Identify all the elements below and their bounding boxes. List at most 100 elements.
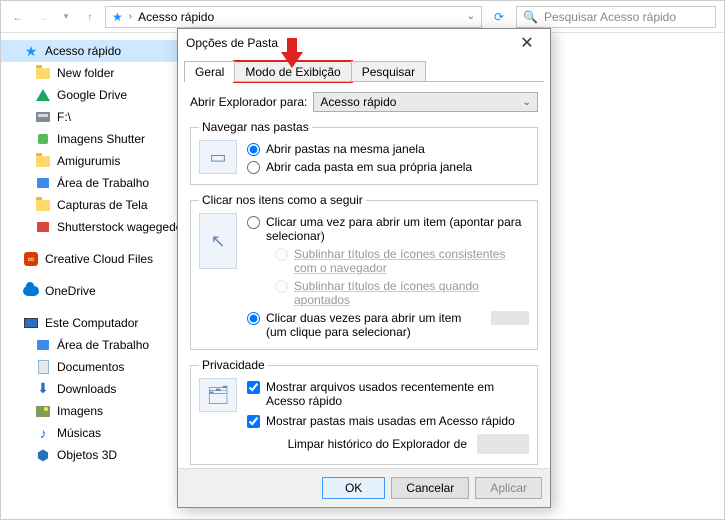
sidebar-item[interactable]: ⬢ Objetos 3D xyxy=(1,444,201,466)
chevron-down-icon[interactable]: ⌄ xyxy=(467,11,475,22)
sidebar-item-label: Área de Trabalho xyxy=(57,338,149,352)
dialog-panel: Abrir Explorador para: Acesso rápido ⌄ N… xyxy=(178,82,550,468)
sidebar-item[interactable]: Shutterstock wagegedes xyxy=(1,216,201,238)
sidebar-item[interactable]: Imagens xyxy=(1,400,201,422)
sidebar-item-label: Capturas de Tela xyxy=(57,198,148,212)
sidebar-item-label: Google Drive xyxy=(57,88,127,102)
sidebar-item-label: Amigurumis xyxy=(57,154,120,168)
pictures-icon xyxy=(36,406,50,417)
chevron-down-icon: ⌄ xyxy=(523,97,531,108)
dialog-titlebar[interactable]: Opções de Pasta ✕ xyxy=(178,29,550,57)
breadcrumb[interactable]: ★ › Acesso rápido ⌄ xyxy=(105,6,482,28)
radio-double-click[interactable]: Clicar duas vezes para abrir um item (um… xyxy=(247,311,529,339)
radio-single-click[interactable]: Clicar uma vez para abrir um item (apont… xyxy=(247,215,529,243)
sidebar-item[interactable]: Imagens Shutter xyxy=(1,128,201,150)
open-explorer-combo[interactable]: Acesso rápido ⌄ xyxy=(313,92,538,112)
drive-icon xyxy=(36,112,50,122)
sidebar-item-label: Área de Trabalho xyxy=(57,176,149,190)
tab-strip: Geral Modo de Exibição Pesquisar xyxy=(178,57,550,82)
sidebar-item-label: Documentos xyxy=(57,360,124,374)
check-recent-files[interactable]: Mostrar arquivos usados recentemente em … xyxy=(247,380,529,408)
sidebar-item[interactable]: Área de Trabalho xyxy=(1,334,201,356)
sidebar-item[interactable]: ∞ Creative Cloud Files xyxy=(1,248,201,270)
privacy-legend: Privacidade xyxy=(199,358,268,372)
sidebar-item[interactable]: Google Drive xyxy=(1,84,201,106)
folder-icon xyxy=(36,156,50,167)
recent-dropdown[interactable]: ▾ xyxy=(57,8,75,26)
folder-icon xyxy=(36,68,50,79)
navigation-tree: ★ Acesso rápido New folder Google Drive F:\ I… xyxy=(1,34,201,519)
sidebar-item-label: Imagens Shutter xyxy=(57,132,145,146)
dialog-title: Opções de Pasta xyxy=(186,36,512,50)
ok-button[interactable]: OK xyxy=(322,477,385,499)
click-items-group: Clicar nos itens como a seguir ↖ Clicar … xyxy=(190,193,538,350)
downloads-icon: ⬇ xyxy=(37,380,49,397)
documents-icon xyxy=(38,360,49,374)
red-folder-icon xyxy=(37,222,49,232)
breadcrumb-label: Acesso rápido xyxy=(138,10,214,24)
desktop-icon xyxy=(37,340,49,350)
check-frequent-folders[interactable]: Mostrar pastas mais usadas em Acesso ráp… xyxy=(247,414,529,428)
privacy-group: Privacidade 🗂 Mostrar arquivos usados re… xyxy=(190,358,538,465)
click-preview-icon: ↖ xyxy=(199,213,237,269)
folder-options-dialog: Opções de Pasta ✕ Geral Modo de Exibição… xyxy=(177,28,551,508)
desktop-icon xyxy=(37,178,49,188)
tab-general[interactable]: Geral xyxy=(184,61,235,82)
sidebar-item[interactable]: Documentos xyxy=(1,356,201,378)
sidebar-item[interactable]: ⬇ Downloads xyxy=(1,378,201,400)
up-button[interactable]: ↑ xyxy=(81,8,99,26)
music-icon: ♪ xyxy=(40,425,47,441)
open-explorer-label: Abrir Explorador para: xyxy=(190,95,307,109)
sidebar-item[interactable]: ♪ Músicas xyxy=(1,422,201,444)
radio-underline-consistent: Sublinhar títulos de ícones consistentes… xyxy=(275,247,529,275)
sidebar-item[interactable]: ★ Acesso rápido xyxy=(1,40,201,62)
creative-cloud-icon: ∞ xyxy=(24,252,38,266)
browse-folders-legend: Navegar nas pastas xyxy=(199,120,312,134)
grey-bar-icon xyxy=(477,434,529,454)
radio-same-window[interactable]: Abrir pastas na mesma janela xyxy=(247,142,472,156)
sidebar-item[interactable]: Capturas de Tela xyxy=(1,194,201,216)
combo-value: Acesso rápido xyxy=(320,95,396,109)
forward-button[interactable]: → xyxy=(33,8,51,26)
sidebar-item-label: Músicas xyxy=(57,426,101,440)
apply-button: Aplicar xyxy=(475,477,542,499)
sidebar-item[interactable]: Este Computador xyxy=(1,312,201,334)
folder-icon xyxy=(36,200,50,211)
sidebar-item-label: Este Computador xyxy=(45,316,138,330)
sidebar-item-label: Shutterstock wagegedes xyxy=(57,220,188,234)
sidebar-item[interactable]: New folder xyxy=(1,62,201,84)
browse-preview-icon: ▭ xyxy=(199,140,237,174)
sidebar-item-label: Objetos 3D xyxy=(57,448,117,462)
cancel-button[interactable]: Cancelar xyxy=(391,477,469,499)
tab-view[interactable]: Modo de Exibição xyxy=(234,61,351,82)
search-input[interactable]: 🔍 Pesquisar Acesso rápido xyxy=(516,6,716,28)
sidebar-item-label: Creative Cloud Files xyxy=(45,252,153,266)
tab-search[interactable]: Pesquisar xyxy=(351,61,426,82)
chevron-right-icon: › xyxy=(129,11,132,22)
radio-own-window[interactable]: Abrir cada pasta em sua própria janela xyxy=(247,160,472,174)
browse-folders-group: Navegar nas pastas ▭ Abrir pastas na mes… xyxy=(190,120,538,185)
star-icon: ★ xyxy=(25,43,38,60)
close-icon[interactable]: ✕ xyxy=(512,33,542,53)
grey-bar-icon xyxy=(491,311,529,325)
dialog-button-row: OK Cancelar Aplicar xyxy=(178,468,550,507)
sidebar-item[interactable]: Área de Trabalho xyxy=(1,172,201,194)
this-pc-icon xyxy=(24,318,38,328)
sidebar-item-label: New folder xyxy=(57,66,114,80)
back-button[interactable]: ← xyxy=(9,8,27,26)
sidebar-item-label: F:\ xyxy=(57,110,71,124)
green-folder-icon xyxy=(38,134,48,144)
search-icon: 🔍 xyxy=(523,10,538,24)
sidebar-item[interactable]: OneDrive xyxy=(1,280,201,302)
objects-3d-icon: ⬢ xyxy=(37,447,49,464)
radio-underline-point: Sublinhar títulos de ícones quando apont… xyxy=(275,279,529,307)
sidebar-item-label: Downloads xyxy=(57,382,116,396)
sidebar-item[interactable]: Amigurumis xyxy=(1,150,201,172)
clear-history-label: Limpar histórico do Explorador de xyxy=(288,437,467,451)
google-drive-icon xyxy=(36,89,50,101)
sidebar-item-label: OneDrive xyxy=(45,284,96,298)
refresh-button[interactable]: ⟳ xyxy=(488,6,510,28)
onedrive-icon xyxy=(23,286,39,296)
sidebar-item[interactable]: F:\ xyxy=(1,106,201,128)
sidebar-item-label: Acesso rápido xyxy=(45,44,121,58)
